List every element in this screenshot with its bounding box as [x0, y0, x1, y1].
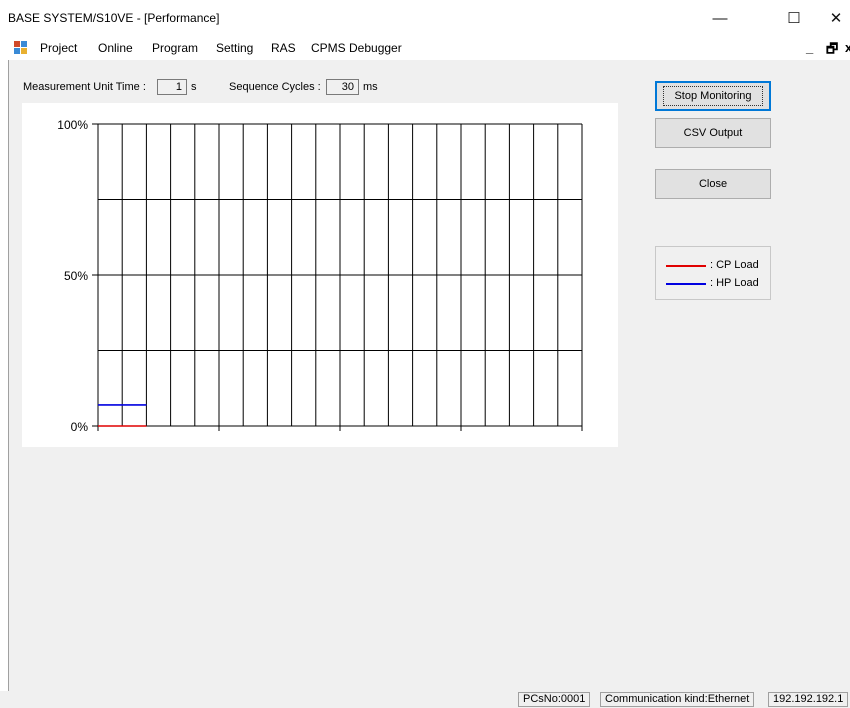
y-tick-label-0: 0%: [71, 420, 89, 434]
menu-setting[interactable]: Setting: [216, 41, 253, 55]
sequence-cycles-label: Sequence Cycles :: [229, 81, 321, 93]
status-bar: PCsNo:0001 Communication kind:Ethernet 1…: [0, 691, 850, 708]
sequence-cycles-unit: ms: [363, 81, 378, 93]
unit-time-field[interactable]: 1: [157, 79, 187, 95]
unit-time-label: Measurement Unit Time :: [23, 81, 146, 93]
close-button[interactable]: Close: [655, 169, 771, 199]
y-tick-label-100: 100%: [57, 118, 88, 132]
sequence-cycles-field[interactable]: 30: [326, 79, 359, 95]
y-tick-label-50: 50%: [64, 269, 88, 283]
menu-ras[interactable]: RAS: [271, 41, 296, 55]
legend-swatch-cp: [666, 265, 706, 267]
window-title: BASE SYSTEM/S10VE - [Performance]: [8, 11, 220, 25]
unit-time-unit: s: [191, 81, 197, 93]
chart-panel: 100% 50% 0%: [22, 103, 618, 447]
legend-swatch-hp: [666, 283, 706, 285]
status-communication-kind: Communication kind:Ethernet: [600, 692, 755, 707]
minimize-icon[interactable]: —: [705, 6, 735, 30]
legend-label-cp: : CP Load: [710, 259, 759, 271]
legend-item-hp-load: : HP Load: [666, 277, 766, 291]
stop-monitoring-label: Stop Monitoring: [663, 86, 763, 106]
menu-program[interactable]: Program: [152, 41, 198, 55]
mdi-minimize-icon[interactable]: _: [806, 40, 813, 55]
stop-monitoring-button[interactable]: Stop Monitoring: [655, 81, 771, 111]
menu-bar: Project Online Program Setting RAS CPMS …: [0, 36, 850, 60]
menu-cpms-debugger[interactable]: CPMS Debugger: [311, 41, 402, 55]
status-ip-address: 192.192.192.1: [768, 692, 849, 707]
load-chart: 100% 50% 0%: [57, 118, 583, 434]
title-bar: BASE SYSTEM/S10VE - [Performance] — ☐ ✕: [0, 0, 850, 36]
close-window-icon[interactable]: ✕: [821, 6, 850, 30]
menu-online[interactable]: Online: [98, 41, 133, 55]
legend-item-cp-load: : CP Load: [666, 259, 766, 273]
maximize-icon[interactable]: ☐: [779, 6, 809, 30]
menu-project[interactable]: Project: [40, 41, 77, 55]
csv-output-button[interactable]: CSV Output: [655, 118, 771, 148]
legend-label-hp: : HP Load: [710, 277, 759, 289]
legend: : CP Load : HP Load: [655, 246, 771, 300]
app-icon[interactable]: [14, 41, 27, 54]
mdi-restore-icon[interactable]: 🗗: [826, 40, 838, 62]
status-pcs-no: PCsNo:0001: [518, 692, 591, 707]
mdi-close-icon[interactable]: x: [845, 40, 850, 55]
